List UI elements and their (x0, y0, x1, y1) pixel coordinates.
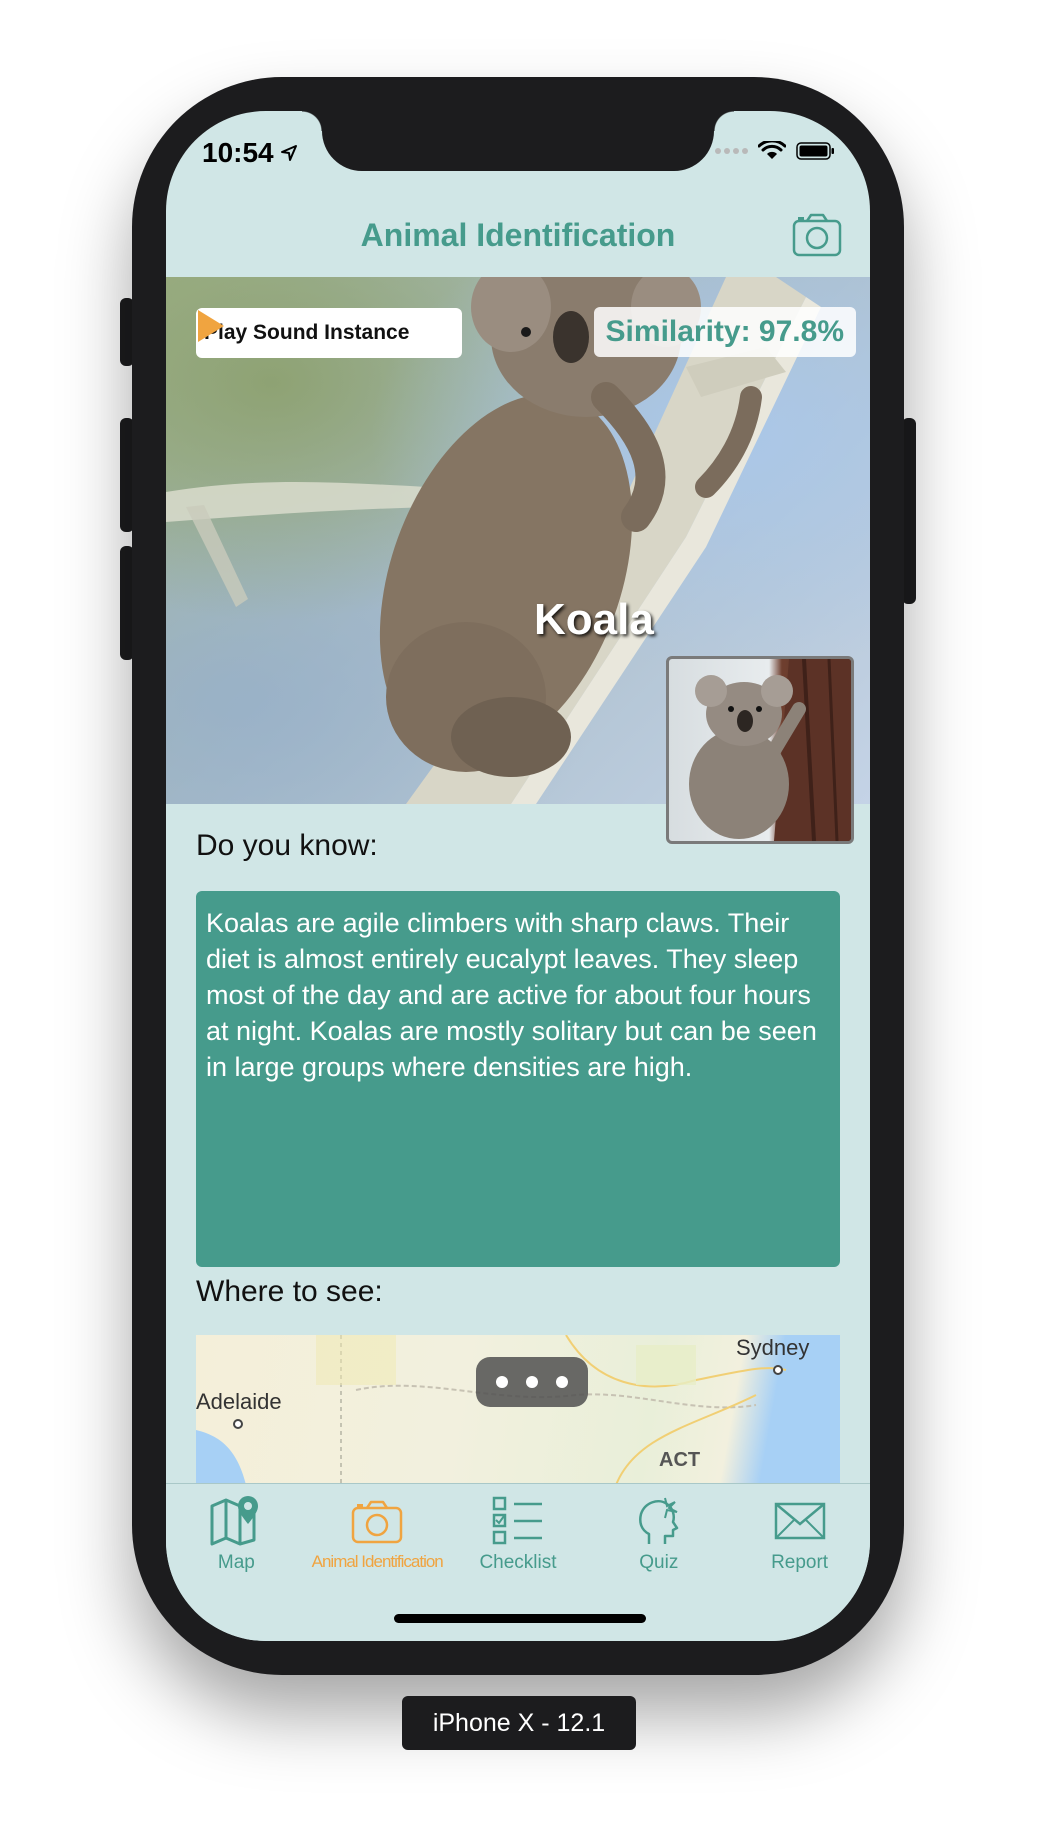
map-pin-icon (210, 1496, 259, 1546)
fact-text: Koalas are agile climbers with sharp cla… (206, 908, 817, 1082)
animal-name: Koala (534, 595, 654, 644)
play-sound-label: Play Sound Instance (204, 321, 410, 344)
cellular-signal-icon (715, 148, 748, 154)
koala-thumbnail-illustration (689, 659, 851, 841)
play-icon (198, 310, 224, 342)
tab-map[interactable]: Map (166, 1484, 307, 1641)
device-caption: iPhone X - 12.1 (402, 1696, 636, 1750)
map-label-sydney: Sydney (736, 1335, 810, 1360)
brain-head-icon (638, 1497, 679, 1544)
page-title: Animal Identification (360, 217, 676, 253)
where-to-see-label: Where to see: (196, 1275, 383, 1308)
fact-text-box: Koalas are agile climbers with sharp cla… (196, 891, 840, 1267)
map-view[interactable]: Sydney Adelaide ACT (196, 1335, 840, 1485)
similarity-badge: Similarity: 97.8% (593, 307, 856, 357)
status-time-text: 10:54 (202, 137, 274, 168)
more-options-icon[interactable] (476, 1357, 588, 1407)
map-label-act: ACT (659, 1449, 701, 1471)
tab-report[interactable]: Report (729, 1484, 870, 1641)
wifi-icon (758, 141, 786, 159)
checklist-icon (492, 1496, 542, 1545)
tab-report-label: Report (771, 1552, 829, 1573)
status-indicators (715, 141, 836, 161)
tab-animal-identification-label: Animal Identification (311, 1552, 444, 1571)
tab-quiz-label: Quiz (639, 1552, 679, 1573)
tab-map-label: Map (217, 1552, 255, 1573)
map-label-adelaide: Adelaide (196, 1389, 282, 1414)
play-sound-button[interactable]: Play Sound Instance (196, 308, 462, 358)
phone-screen: 10:54 Animal Identification Play Sound I… (166, 111, 870, 1641)
map-marker-sydney (773, 1365, 783, 1375)
envelope-icon (774, 1502, 825, 1540)
similarity-text: Similarity: 97.8% (605, 315, 844, 348)
battery-icon (796, 142, 834, 160)
status-time: 10:54 (202, 137, 298, 169)
camera-icon (351, 1500, 403, 1544)
animal-thumbnail[interactable] (666, 656, 854, 844)
do-you-know-label: Do you know: (196, 829, 378, 862)
location-arrow-icon (280, 145, 297, 161)
power-button (902, 418, 916, 604)
map-marker-adelaide (233, 1419, 243, 1429)
tab-checklist-label: Checklist (479, 1552, 557, 1573)
home-indicator[interactable] (394, 1614, 646, 1623)
notch (302, 111, 734, 171)
camera-icon[interactable] (792, 213, 842, 257)
